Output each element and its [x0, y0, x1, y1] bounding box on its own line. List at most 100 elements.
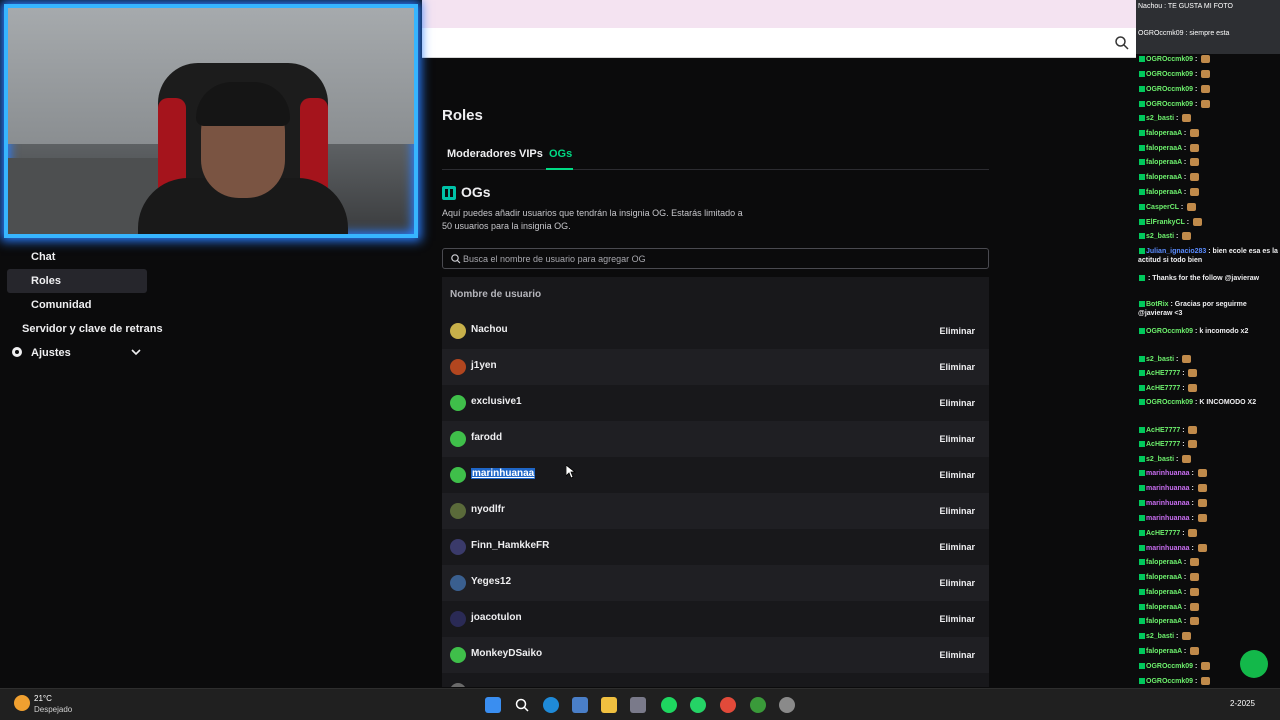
chat-username[interactable]: OGROccmk09 [1146, 399, 1193, 406]
username[interactable]: MonkeyDSaiko [471, 648, 542, 659]
chat-message: OGROccmk09 : [1138, 55, 1278, 64]
chat-emote-icon [1190, 158, 1200, 167]
whatsapp-icon[interactable] [690, 697, 706, 713]
chat-username[interactable]: s2_basti [1146, 115, 1174, 122]
tab-ogs[interactable]: OGs [549, 148, 572, 160]
remove-button[interactable]: Eliminar [939, 358, 975, 376]
chat-separator: : [1189, 515, 1196, 522]
settings-icon[interactable] [779, 697, 795, 713]
chat-username[interactable]: AcHE7777 [1146, 370, 1180, 377]
chat-username[interactable]: Julian_ignacio283 [1146, 248, 1206, 255]
username[interactable]: j1yen [471, 360, 497, 371]
username[interactable]: marinhuanaa [471, 468, 536, 479]
chat-separator: : [1181, 159, 1189, 166]
sidebar-item-ajustes[interactable]: Ajustes [31, 341, 131, 365]
chat-username[interactable]: faloperaaA [1146, 130, 1182, 137]
chat-username[interactable]: OGROccmk09 [1146, 663, 1193, 670]
chat-message-text: Thanks for the follow @javieraw [1152, 275, 1260, 282]
chat-badge-icon [1139, 189, 1145, 196]
chat-username[interactable]: OGROccmk09 [1146, 86, 1193, 93]
username[interactable]: nyodlfr [471, 504, 505, 515]
spotify-icon[interactable] [661, 697, 677, 713]
search-input[interactable] [463, 251, 963, 266]
remove-button[interactable]: Eliminar [939, 322, 975, 340]
weather-icon[interactable] [14, 695, 30, 711]
remove-button[interactable]: Eliminar [939, 538, 975, 556]
snipping-icon[interactable] [630, 697, 646, 713]
file-explorer-icon[interactable] [601, 697, 617, 713]
zoom-icon[interactable] [1114, 35, 1130, 51]
remove-button[interactable]: Eliminar [939, 682, 975, 687]
browser-tab-strip [420, 0, 1136, 28]
chat-username[interactable]: OGROccmk09 [1146, 678, 1193, 685]
xbox-icon[interactable] [750, 697, 766, 713]
chat-username[interactable]: faloperaaA [1146, 574, 1182, 581]
tab-moderadores[interactable]: Moderadores [447, 148, 516, 160]
chat-username[interactable]: AcHE7777 [1146, 530, 1180, 537]
chevron-down-icon[interactable] [130, 347, 142, 357]
sidebar-item-servidor[interactable]: Servidor y clave de retrans [22, 317, 163, 341]
remove-button[interactable]: Eliminar [939, 466, 975, 484]
tray-date: 2-2025 [1230, 699, 1255, 708]
chat-emote-icon [1201, 70, 1211, 79]
chat-username[interactable]: faloperaaA [1146, 589, 1182, 596]
sidebar-item-label: Ajustes [31, 347, 71, 359]
chat-username[interactable]: faloperaaA [1146, 559, 1182, 566]
windows-start-icon[interactable] [485, 697, 501, 713]
edge-icon[interactable] [543, 697, 559, 713]
remove-button[interactable]: Eliminar [939, 394, 975, 412]
chat-badge-icon [1139, 530, 1145, 537]
remove-button[interactable]: Eliminar [939, 574, 975, 592]
chat-username[interactable]: faloperaaA [1146, 145, 1182, 152]
stream-chat-overlay: Nachou : TE GUSTA MI FOTO OGROccmk09 : s… [1136, 0, 1280, 688]
tab-vips[interactable]: VIPs [519, 148, 543, 160]
chat-username[interactable]: OGROccmk09 [1146, 328, 1193, 335]
search-icon[interactable] [514, 697, 530, 713]
chat-username[interactable]: s2_basti [1146, 356, 1174, 363]
username[interactable]: Yeges12 [471, 576, 511, 587]
chat-separator: : [1189, 500, 1196, 507]
chat-username[interactable]: BotRix [1146, 301, 1169, 308]
chat-username[interactable]: AcHE7777 [1146, 385, 1180, 392]
username[interactable]: farodd [471, 432, 502, 443]
chat-username[interactable]: faloperaaA [1146, 174, 1182, 181]
sidebar-item-comunidad[interactable]: Comunidad [22, 293, 147, 317]
chat-username[interactable]: OGROccmk09 [1146, 71, 1193, 78]
chat-username[interactable]: OGROccmk09 [1146, 56, 1193, 63]
username[interactable]: Finn_HamkkeFR [471, 540, 549, 551]
chat-action-button[interactable] [1240, 650, 1268, 678]
remove-button[interactable]: Eliminar [939, 430, 975, 448]
chat-username[interactable]: marinhuanaa [1146, 515, 1190, 522]
remove-button[interactable]: Eliminar [939, 502, 975, 520]
sidebar-item-chat[interactable]: Chat [22, 245, 147, 269]
chat-username[interactable]: AcHE7777 [1146, 441, 1180, 448]
chat-badge-icon [1139, 219, 1145, 226]
chat-username[interactable]: s2_basti [1146, 456, 1174, 463]
chat-username[interactable]: faloperaaA [1146, 618, 1182, 625]
chat-username[interactable]: faloperaaA [1146, 159, 1182, 166]
chat-username[interactable]: faloperaaA [1146, 648, 1182, 655]
chrome-icon[interactable] [720, 697, 736, 713]
chat-username[interactable]: faloperaaA [1146, 189, 1182, 196]
remove-button[interactable]: Eliminar [939, 646, 975, 664]
chat-username[interactable]: s2_basti [1146, 233, 1174, 240]
chat-username[interactable]: AcHE7777 [1146, 427, 1180, 434]
store-icon[interactable] [572, 697, 588, 713]
chat-username[interactable]: s2_basti [1146, 633, 1174, 640]
username[interactable]: exclusive1 [471, 396, 522, 407]
chat-username[interactable]: marinhuanaa [1146, 470, 1190, 477]
chat-username[interactable]: marinhuanaa [1146, 485, 1190, 492]
chat-username[interactable]: ElFrankyCL [1146, 219, 1185, 226]
avatar [450, 539, 466, 555]
chat-badge-icon [1139, 633, 1145, 640]
chat-emote-icon [1201, 662, 1211, 671]
remove-button[interactable]: Eliminar [939, 610, 975, 628]
chat-username[interactable]: faloperaaA [1146, 604, 1182, 611]
chat-username[interactable]: OGROccmk09 [1146, 101, 1193, 108]
username[interactable]: joacotulon [471, 612, 522, 623]
chat-username[interactable]: marinhuanaa [1146, 500, 1190, 507]
username[interactable]: Nachou [471, 324, 508, 335]
chat-username[interactable]: marinhuanaa [1146, 545, 1190, 552]
sidebar-item-roles[interactable]: Roles [7, 269, 147, 293]
chat-username[interactable]: CasperCL [1146, 204, 1179, 211]
